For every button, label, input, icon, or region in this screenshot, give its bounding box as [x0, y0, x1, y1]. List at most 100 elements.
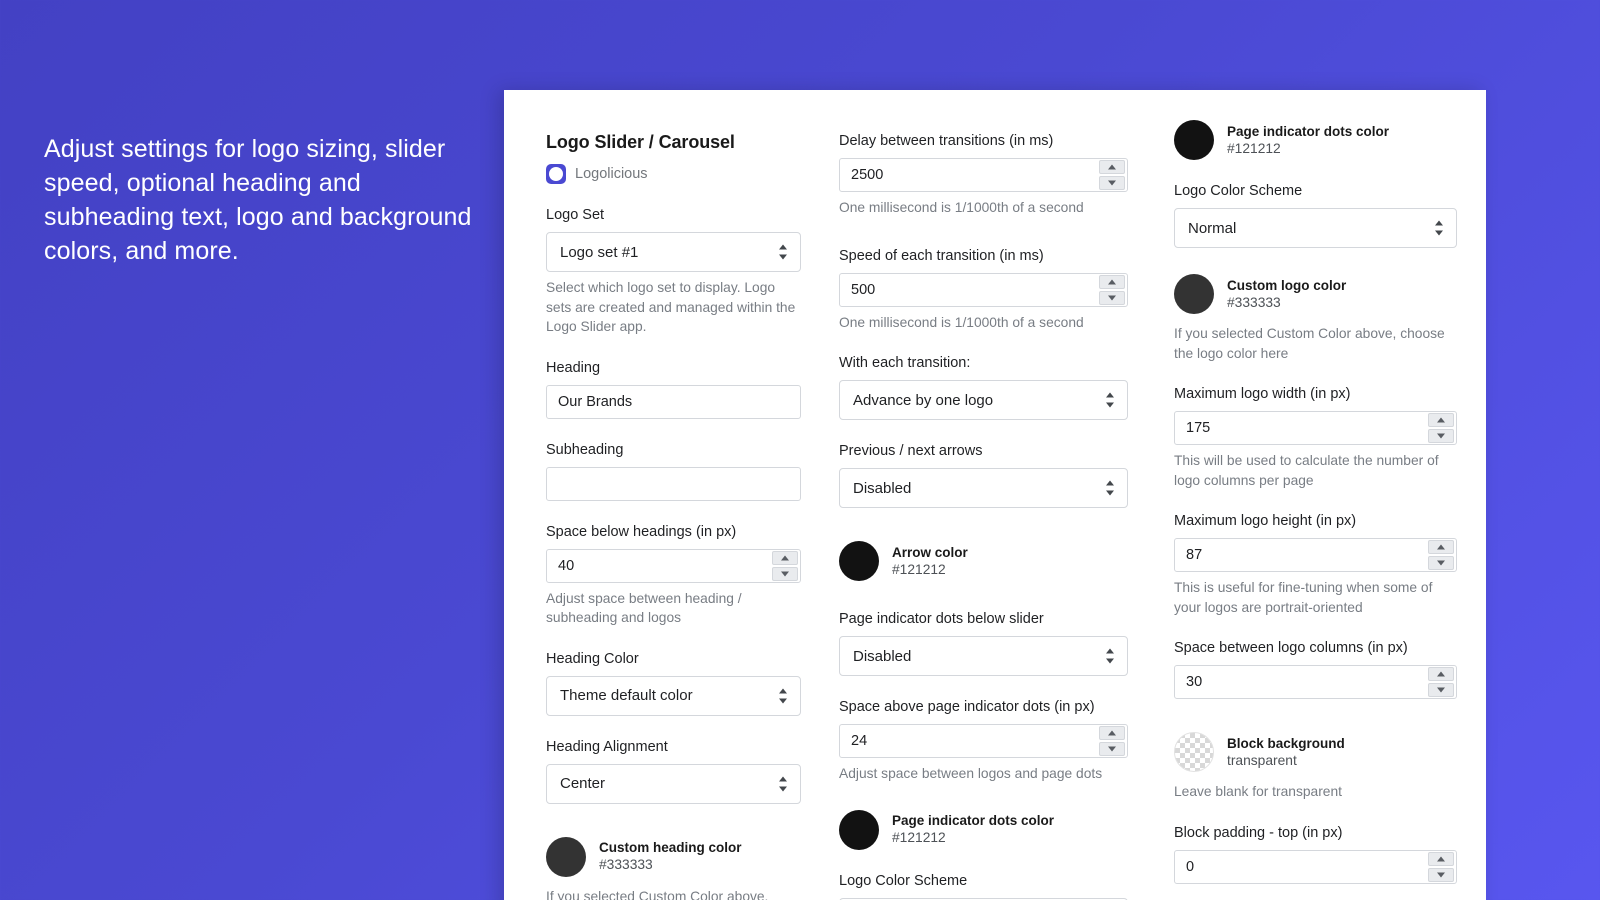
app-attribution: Logolicious [546, 164, 801, 184]
stepper-down-icon[interactable] [1428, 556, 1454, 570]
block-background-swatch[interactable] [1174, 732, 1214, 772]
delay-spinner [1099, 160, 1125, 190]
arrow-color-name: Arrow color [892, 544, 968, 560]
max-logo-width-stepper [1174, 411, 1457, 445]
dots-color-value: #121212 [892, 830, 946, 846]
dots-color-row[interactable]: Page indicator dots color #121212 [839, 809, 1128, 850]
padding-top-stepper [1174, 849, 1457, 884]
space-above-dots-help: Adjust space between logos and page dots [839, 766, 1103, 781]
page-indicator-dots-select[interactable]: Disabled [839, 636, 1128, 676]
max-logo-height-stepper [1174, 538, 1457, 572]
stepper-down-icon[interactable] [1099, 176, 1125, 190]
custom-heading-color-row[interactable]: Custom heading color #333333 [546, 836, 801, 877]
heading-alignment-label: Heading Alignment [546, 738, 668, 755]
field-page-indicator-dots: Page indicator dots below slider Disable… [839, 610, 1128, 676]
dots-color-row-3[interactable]: Page indicator dots color #121212 [1174, 120, 1457, 160]
custom-heading-color-help: If you selected Custom Color above, choo… [546, 888, 769, 900]
speed-stepper [839, 272, 1128, 307]
field-logo-color-scheme-3: Logo Color Scheme Normal [1174, 182, 1457, 248]
with-each-transition-label: With each transition: [839, 355, 971, 371]
space-between-columns-input[interactable] [1174, 665, 1457, 699]
delay-input[interactable] [839, 158, 1128, 192]
space-below-headings-label: Space below headings (in px) [546, 523, 737, 540]
heading-label: Heading [546, 359, 601, 376]
stepper-down-icon[interactable] [1428, 683, 1454, 697]
arrow-color-row[interactable]: Arrow color #121212 [839, 541, 1128, 581]
space-above-dots-label: Space above page indicator dots (in px) [839, 699, 1095, 715]
padding-top-spinner [1428, 851, 1454, 882]
custom-logo-color-name: Custom logo color [1227, 277, 1347, 293]
stepper-down-icon[interactable] [1428, 429, 1454, 443]
stepper-up-icon[interactable] [1428, 851, 1454, 866]
heading-alignment-select[interactable]: Center [546, 763, 801, 804]
settings-column-2: Delay between transitions (in ms) One mi… [831, 132, 1158, 900]
logo-set-help: Select which logo set to display. Logo s… [546, 280, 796, 334]
space-below-headings-spinner [772, 550, 798, 581]
logo-color-scheme-label-3: Logo Color Scheme [1174, 183, 1303, 199]
field-space-between-columns: Space between logo columns (in px) [1174, 639, 1457, 699]
with-each-transition-select-wrap: Advance by one logo [839, 380, 1128, 420]
field-heading-alignment: Heading Alignment Center [546, 738, 801, 804]
field-logo-color-scheme-2: Logo Color Scheme Normal [839, 872, 1128, 900]
stepper-down-icon[interactable] [1099, 742, 1125, 756]
custom-heading-color-swatch[interactable] [546, 836, 586, 877]
field-max-logo-height: Maximum logo height (in px) This is usef… [1174, 512, 1457, 617]
dots-color-swatch[interactable] [839, 809, 879, 850]
dots-color-text: Page indicator dots color #121212 [892, 812, 1054, 847]
stepper-down-icon[interactable] [1099, 290, 1125, 305]
block-background-value: transparent [1227, 752, 1297, 768]
stepper-up-icon[interactable] [1099, 274, 1125, 289]
space-below-headings-input[interactable] [546, 548, 801, 583]
stepper-up-icon[interactable] [1428, 667, 1454, 681]
speed-input[interactable] [839, 272, 1128, 307]
with-each-transition-select[interactable]: Advance by one logo [839, 380, 1128, 420]
max-logo-height-input[interactable] [1174, 538, 1457, 572]
stepper-up-icon[interactable] [1428, 540, 1454, 554]
custom-logo-color-row[interactable]: Custom logo color #333333 [1174, 274, 1457, 314]
field-space-above-dots: Space above page indicator dots (in px) … [839, 698, 1128, 784]
padding-top-label: Block padding - top (in px) [1174, 824, 1343, 841]
dots-color-name: Page indicator dots color [892, 813, 1055, 829]
block-background-text: Block background transparent [1227, 735, 1345, 770]
settings-columns: Logo Slider / Carousel Logolicious Logo … [504, 90, 1486, 900]
stepper-down-icon[interactable] [772, 566, 798, 581]
heading-color-select-wrap: Theme default color [546, 675, 801, 716]
stepper-up-icon[interactable] [1099, 726, 1125, 740]
logo-color-scheme-select-3[interactable]: Normal [1174, 208, 1457, 248]
stepper-up-icon[interactable] [1099, 160, 1125, 174]
space-above-dots-spinner [1099, 726, 1125, 756]
max-logo-height-spinner [1428, 540, 1454, 570]
block-background-row[interactable]: Block background transparent [1174, 732, 1457, 772]
padding-top-input[interactable] [1174, 849, 1457, 884]
field-space-below-headings: Space below headings (in px) Adjust spac… [546, 523, 801, 628]
arrow-color-text: Arrow color #121212 [892, 544, 968, 579]
settings-column-3: Page indicator dots color #121212 Logo C… [1158, 120, 1485, 900]
prev-next-arrows-select[interactable]: Disabled [839, 468, 1128, 508]
max-logo-width-input[interactable] [1174, 411, 1457, 445]
custom-logo-color-swatch[interactable] [1174, 274, 1214, 314]
stepper-up-icon[interactable] [1428, 413, 1454, 427]
arrow-color-swatch[interactable] [839, 541, 879, 581]
space-between-columns-label: Space between logo columns (in px) [1174, 640, 1408, 656]
heading-color-select[interactable]: Theme default color [546, 675, 801, 716]
max-logo-width-label: Maximum logo width (in px) [1174, 386, 1351, 402]
heading-input[interactable] [546, 384, 801, 419]
page-title: Logo Slider / Carousel [546, 132, 735, 152]
field-logo-set: Logo Set Logo set #1 Select which logo s… [546, 206, 801, 337]
dots-color-swatch-3[interactable] [1174, 120, 1214, 160]
page-indicator-dots-label: Page indicator dots below slider [839, 611, 1044, 627]
field-subheading: Subheading [546, 441, 801, 501]
heading-color-label: Heading Color [546, 650, 639, 667]
subheading-label: Subheading [546, 441, 624, 458]
max-logo-height-help: This is useful for fine-tuning when some… [1174, 580, 1433, 615]
field-speed: Speed of each transition (in ms) One mil… [839, 247, 1128, 333]
subheading-input[interactable] [546, 466, 801, 501]
delay-help: One millisecond is 1/1000th of a second [839, 200, 1084, 215]
logo-set-select[interactable]: Logo set #1 [546, 232, 801, 272]
field-arrow-color: Arrow color #121212 [839, 541, 1128, 581]
settings-panel: Logo Slider / Carousel Logolicious Logo … [504, 90, 1486, 900]
block-background-help: Leave blank for transparent [1174, 784, 1342, 799]
space-above-dots-input[interactable] [839, 724, 1128, 758]
stepper-up-icon[interactable] [772, 550, 798, 565]
stepper-down-icon[interactable] [1428, 867, 1454, 882]
